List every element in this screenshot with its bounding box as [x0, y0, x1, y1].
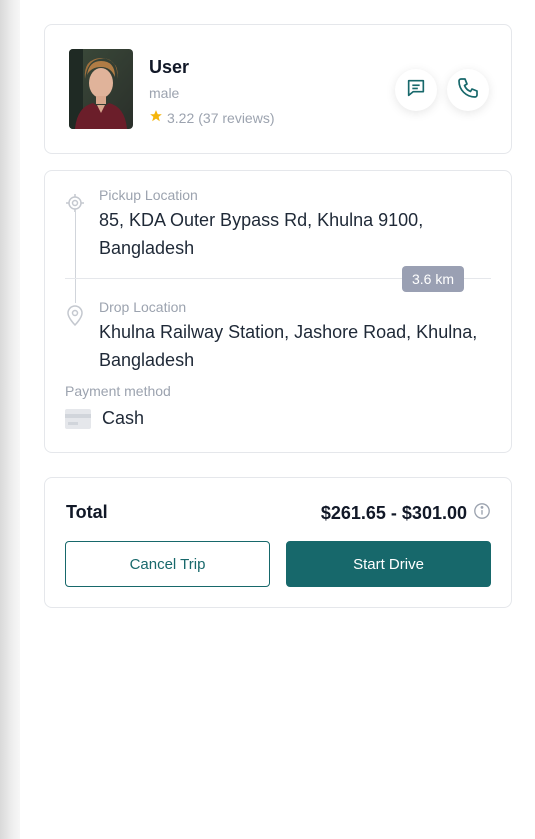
cancel-trip-button[interactable]: Cancel Trip: [65, 541, 270, 587]
user-gender: male: [149, 85, 180, 101]
info-icon[interactable]: [473, 502, 491, 525]
pickup-label: Pickup Location: [99, 187, 198, 203]
card-icon: [65, 409, 91, 434]
pickup-address: 85, KDA Outer Bypass Rd, Khulna 9100, Ba…: [99, 210, 424, 258]
start-drive-button[interactable]: Start Drive: [286, 541, 491, 587]
rating-value: 3.22: [167, 109, 195, 126]
call-button[interactable]: [447, 69, 489, 111]
route-card: Pickup Location 85, KDA Outer Bypass Rd,…: [44, 170, 512, 453]
phone-icon: [456, 76, 480, 105]
avatar: [69, 49, 133, 129]
drop-label: Drop Location: [99, 299, 187, 315]
total-fare: $261.65 - $301.00: [321, 502, 491, 525]
drop-address: Khulna Railway Station, Jashore Road, Kh…: [99, 322, 478, 370]
user-rating: 3.22 (37 reviews): [149, 109, 275, 126]
distance-badge: 3.6 km: [402, 266, 465, 292]
star-icon: [149, 109, 163, 126]
user-card: User male 3.22 (37 reviews): [44, 24, 512, 154]
payment-method-value: Cash: [102, 408, 145, 428]
total-card: Total $261.65 - $301.00 Cancel Trip Star…: [44, 477, 512, 608]
review-count: (37 reviews): [198, 109, 275, 126]
payment-method-label: Payment method: [65, 383, 171, 399]
chat-button[interactable]: [395, 69, 437, 111]
chat-icon: [405, 77, 427, 104]
user-name: User: [149, 57, 190, 77]
total-label: Total: [66, 502, 108, 522]
route-line: [75, 211, 76, 303]
side-shadow: [0, 0, 20, 839]
drop-pin-icon: [65, 304, 85, 331]
fare-range: $261.65 - $301.00: [320, 503, 467, 523]
